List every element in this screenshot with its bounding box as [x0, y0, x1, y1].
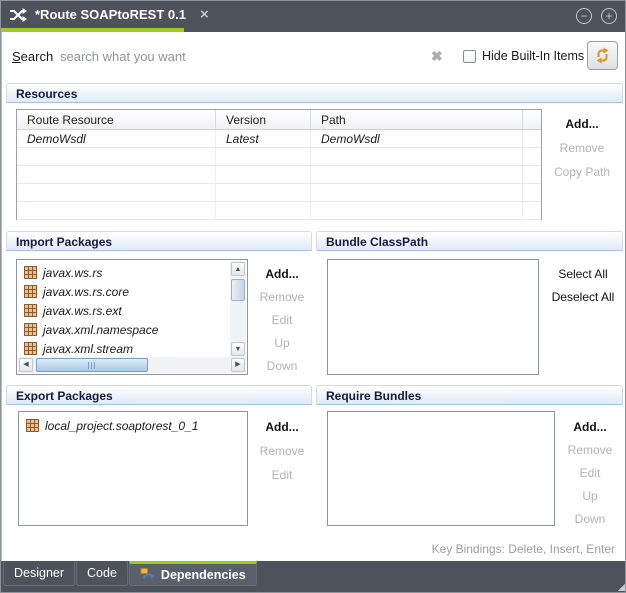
table-row-empty[interactable]: [17, 166, 541, 184]
editor-tab-route[interactable]: *Route SOAPtoREST 0.1 ×: [1, 1, 219, 28]
maximize-button[interactable]: +: [601, 8, 617, 24]
require-bundles-section-title: Require Bundles: [316, 385, 623, 405]
package-icon: [24, 285, 37, 298]
export-add-button[interactable]: Add...: [250, 415, 314, 439]
table-row-empty[interactable]: [17, 202, 541, 220]
export-packages-list: local_project.soaptorest_0_1: [18, 411, 248, 526]
cell-route-resource: DemoWsdl: [17, 130, 216, 147]
export-packages-section-title: Export Packages: [6, 385, 312, 405]
route-icon: [9, 6, 27, 24]
resources-table: Route Resource Version Path DemoWsdl Lat…: [16, 109, 542, 220]
list-item[interactable]: local_project.soaptorest_0_1: [19, 416, 247, 435]
scroll-down-icon[interactable]: ▼: [231, 342, 245, 356]
require-up-button[interactable]: Up: [556, 485, 624, 508]
list-item[interactable]: javax.ws.rs.ext: [17, 301, 230, 320]
list-item[interactable]: javax.xml.namespace: [17, 320, 230, 339]
tab-dependencies-label: Dependencies: [161, 568, 246, 582]
list-item[interactable]: javax.ws.rs: [17, 263, 230, 282]
package-icon: [24, 323, 37, 336]
thumb-grip: [88, 362, 97, 369]
column-version[interactable]: Version: [216, 110, 311, 129]
package-icon: [24, 266, 37, 279]
column-route-resource[interactable]: Route Resource: [17, 110, 216, 129]
dependencies-content: Search ✖ Hide Built-In Items Resources R…: [1, 32, 626, 563]
tab-dependencies[interactable]: Dependencies: [129, 561, 257, 586]
view-tab-bar: Designer Code Dependencies: [1, 561, 626, 592]
bundle-deselect-all-button[interactable]: Deselect All: [541, 286, 625, 309]
require-add-button[interactable]: Add...: [556, 416, 624, 439]
refresh-button[interactable]: [587, 41, 618, 70]
column-extra: [523, 110, 541, 129]
cell-path: DemoWsdl: [311, 130, 523, 147]
bundle-select-all-button[interactable]: Select All: [541, 263, 625, 286]
scroll-up-icon[interactable]: ▲: [231, 262, 245, 276]
minimize-button[interactable]: −: [576, 8, 592, 24]
table-row-empty[interactable]: [17, 184, 541, 202]
resources-remove-button[interactable]: Remove: [540, 136, 624, 160]
import-remove-button[interactable]: Remove: [250, 286, 314, 309]
dependencies-view-window: *Route SOAPtoREST 0.1 × − + Search ✖ Hid…: [0, 0, 626, 593]
list-item[interactable]: javax.xml.stream: [17, 339, 230, 357]
table-row[interactable]: DemoWsdl Latest DemoWsdl: [17, 130, 541, 148]
package-icon: [26, 419, 39, 432]
export-remove-button[interactable]: Remove: [250, 439, 314, 463]
key-bindings-hint: Key Bindings: Delete, Insert, Enter: [432, 542, 615, 556]
tab-close-icon[interactable]: ×: [200, 7, 209, 22]
resources-add-button[interactable]: Add...: [540, 112, 624, 136]
scroll-left-icon[interactable]: ◀: [19, 358, 33, 372]
package-icon: [24, 304, 37, 317]
require-down-button[interactable]: Down: [556, 508, 624, 531]
resize-grip[interactable]: [618, 583, 626, 591]
table-row-empty[interactable]: [17, 148, 541, 166]
import-edit-button[interactable]: Edit: [250, 309, 314, 332]
tab-code[interactable]: Code: [76, 561, 128, 586]
tab-designer[interactable]: Designer: [3, 561, 75, 586]
hide-builtin-checkbox[interactable]: [463, 50, 476, 63]
editor-tab-bar: *Route SOAPtoREST 0.1 × − +: [1, 1, 626, 32]
resources-section-title: Resources: [6, 83, 623, 103]
horizontal-scrollbar-thumb[interactable]: [36, 358, 148, 372]
bundle-classpath-list[interactable]: [327, 259, 539, 375]
scroll-right-icon[interactable]: ▶: [231, 358, 245, 372]
bundle-classpath-section-title: Bundle ClassPath: [316, 231, 623, 251]
resources-copy-path-button[interactable]: Copy Path: [540, 160, 624, 184]
import-down-button[interactable]: Down: [250, 355, 314, 378]
clear-search-icon[interactable]: ✖: [431, 48, 443, 65]
vertical-scrollbar-thumb[interactable]: [231, 279, 245, 301]
search-input[interactable]: [60, 45, 410, 67]
vertical-scrollbar[interactable]: ▲ ▼: [230, 261, 246, 357]
column-path[interactable]: Path: [311, 110, 523, 129]
import-packages-section-title: Import Packages: [6, 231, 312, 251]
require-bundles-list[interactable]: [327, 411, 555, 526]
import-add-button[interactable]: Add...: [250, 263, 314, 286]
resources-table-header: Route Resource Version Path: [17, 110, 541, 130]
import-up-button[interactable]: Up: [250, 332, 314, 355]
search-label: Search: [12, 49, 53, 64]
package-icon: [24, 342, 37, 355]
import-packages-list: javax.ws.rs javax.ws.rs.core javax.ws.rs…: [16, 259, 248, 375]
sync-arrows-icon: [594, 47, 611, 64]
cell-version: Latest: [216, 130, 311, 147]
editor-tab-title: *Route SOAPtoREST 0.1: [35, 7, 186, 22]
export-edit-button[interactable]: Edit: [250, 463, 314, 487]
horizontal-scrollbar[interactable]: ◀ ▶: [18, 357, 246, 373]
cell-extra: [523, 130, 541, 147]
hide-builtin-label[interactable]: Hide Built-In Items: [482, 49, 584, 63]
dependencies-icon: [140, 567, 155, 582]
require-edit-button[interactable]: Edit: [556, 462, 624, 485]
list-item[interactable]: javax.ws.rs.core: [17, 282, 230, 301]
require-remove-button[interactable]: Remove: [556, 439, 624, 462]
